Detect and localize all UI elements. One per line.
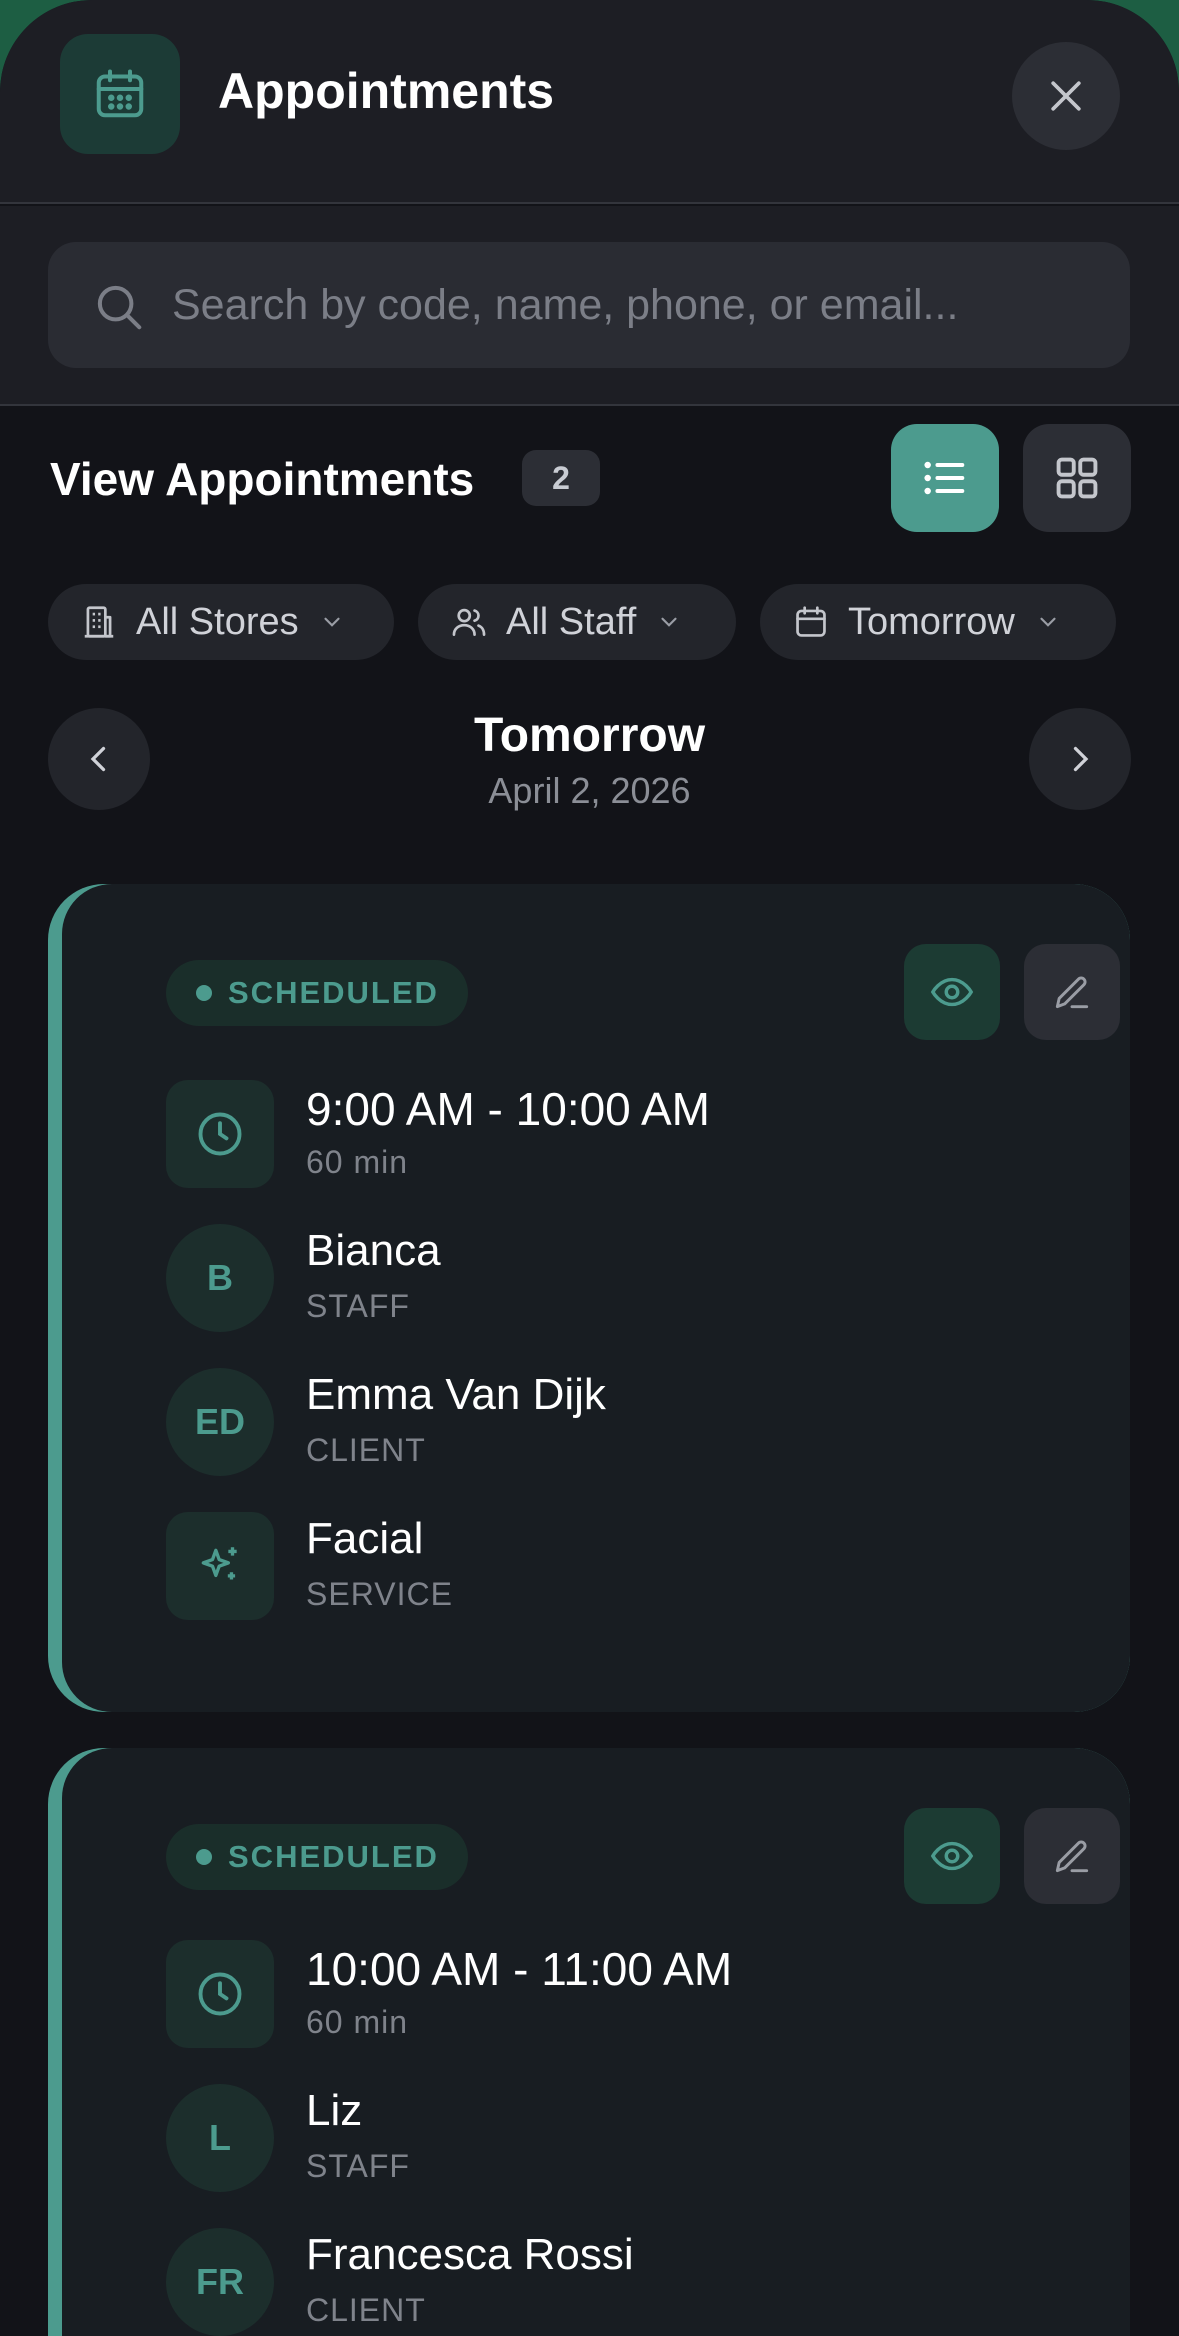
service-name: Facial	[306, 1514, 424, 1563]
page-title: Appointments	[218, 63, 555, 119]
header: Appointments	[0, 0, 1179, 204]
users-icon	[452, 608, 486, 637]
staff-avatar: B	[166, 1224, 274, 1332]
appointment-card-body: SCHEDULED 10:00 AM - 11:00 AM 60 min L L…	[62, 1748, 1130, 2336]
date-subtitle: April 2, 2026	[488, 770, 691, 811]
clock-icon	[166, 1080, 274, 1188]
staff-label: STAFF	[306, 2148, 410, 2184]
client-row: ED Emma Van Dijk CLIENT	[166, 1368, 1066, 1476]
client-label: CLIENT	[306, 2292, 426, 2328]
time-row: 10:00 AM - 11:00 AM 60 min	[166, 1940, 1066, 2048]
calendar-icon	[60, 34, 180, 154]
filter-date[interactable]: Tomorrow	[760, 584, 1116, 660]
appointment-count-badge: 2	[522, 450, 600, 506]
sparkles-icon	[166, 1512, 274, 1620]
client-avatar: FR	[166, 2228, 274, 2336]
search-icon	[97, 285, 142, 330]
edit-appointment-button[interactable]	[1024, 944, 1120, 1040]
grid-icon	[1056, 457, 1098, 499]
filter-staff-label: All Staff	[506, 600, 637, 643]
filter-stores[interactable]: All Stores	[48, 584, 394, 660]
staff-avatar: L	[166, 2084, 274, 2192]
appointment-time: 10:00 AM - 11:00 AM	[306, 1943, 733, 1995]
edit-appointment-button[interactable]	[1024, 1808, 1120, 1904]
chevron-down-icon	[1040, 617, 1056, 627]
service-row: Facial SERVICE	[166, 1512, 1066, 1620]
staff-name: Bianca	[306, 1226, 441, 1275]
service-label: SERVICE	[306, 1576, 453, 1612]
filter-stores-label: All Stores	[136, 600, 299, 643]
search-box[interactable]	[48, 242, 1130, 368]
chevron-down-icon	[661, 617, 677, 627]
search-section	[0, 206, 1179, 406]
appointment-card[interactable]: SCHEDULED 9:00 AM - 10:00 AM 60 min B Bi…	[48, 884, 1130, 1712]
appointment-card-body: SCHEDULED 9:00 AM - 10:00 AM 60 min B Bi…	[62, 884, 1130, 1712]
appointment-duration: 60 min	[306, 1144, 409, 1180]
list-view-button[interactable]	[891, 424, 999, 532]
status-label: SCHEDULED	[228, 1839, 439, 1874]
search-input[interactable]	[172, 242, 1112, 368]
filter-staff[interactable]: All Staff	[418, 584, 736, 660]
grid-view-button[interactable]	[1023, 424, 1131, 532]
view-appointments-label: View Appointments	[50, 453, 475, 505]
filter-date-label: Tomorrow	[848, 600, 1015, 643]
clock-icon	[166, 1940, 274, 2048]
status-badge: SCHEDULED	[166, 960, 468, 1026]
client-label: CLIENT	[306, 1432, 426, 1468]
chevron-down-icon	[324, 617, 340, 627]
appointment-card[interactable]: SCHEDULED 10:00 AM - 11:00 AM 60 min L L…	[48, 1748, 1130, 2336]
staff-label: STAFF	[306, 1288, 410, 1324]
staff-row: L Liz STAFF	[166, 2084, 1066, 2192]
status-label: SCHEDULED	[228, 975, 439, 1010]
date-title: Tomorrow	[473, 709, 706, 762]
appointment-time: 9:00 AM - 10:00 AM	[306, 1083, 711, 1135]
appointment-duration: 60 min	[306, 2004, 409, 2040]
close-button[interactable]	[1012, 42, 1120, 150]
staff-row: B Bianca STAFF	[166, 1224, 1066, 1332]
status-dot	[196, 1849, 212, 1865]
staff-name: Liz	[306, 2086, 363, 2135]
chevron-right-icon	[1073, 746, 1089, 772]
client-row: FR Francesca Rossi CLIENT	[166, 2228, 1066, 2336]
close-icon	[1051, 81, 1081, 111]
next-day-button[interactable]	[1029, 708, 1131, 810]
pencil-icon	[1055, 1840, 1089, 1873]
view-appointment-button[interactable]	[904, 1808, 1000, 1904]
time-row: 9:00 AM - 10:00 AM 60 min	[166, 1080, 1066, 1188]
list-icon	[924, 461, 965, 495]
status-dot	[196, 985, 212, 1001]
client-name: Emma Van Dijk	[306, 1370, 606, 1419]
status-badge: SCHEDULED	[166, 1824, 468, 1890]
eye-icon	[930, 1841, 974, 1871]
eye-icon	[930, 977, 974, 1007]
client-avatar: ED	[166, 1368, 274, 1476]
view-appointment-button[interactable]	[904, 944, 1000, 1040]
calendar-icon	[796, 606, 826, 637]
appointments-sheet: Appointments View Appointments 2	[0, 0, 1179, 2336]
store-icon	[84, 606, 114, 638]
pencil-icon	[1055, 976, 1089, 1009]
client-name: Francesca Rossi	[306, 2230, 634, 2279]
